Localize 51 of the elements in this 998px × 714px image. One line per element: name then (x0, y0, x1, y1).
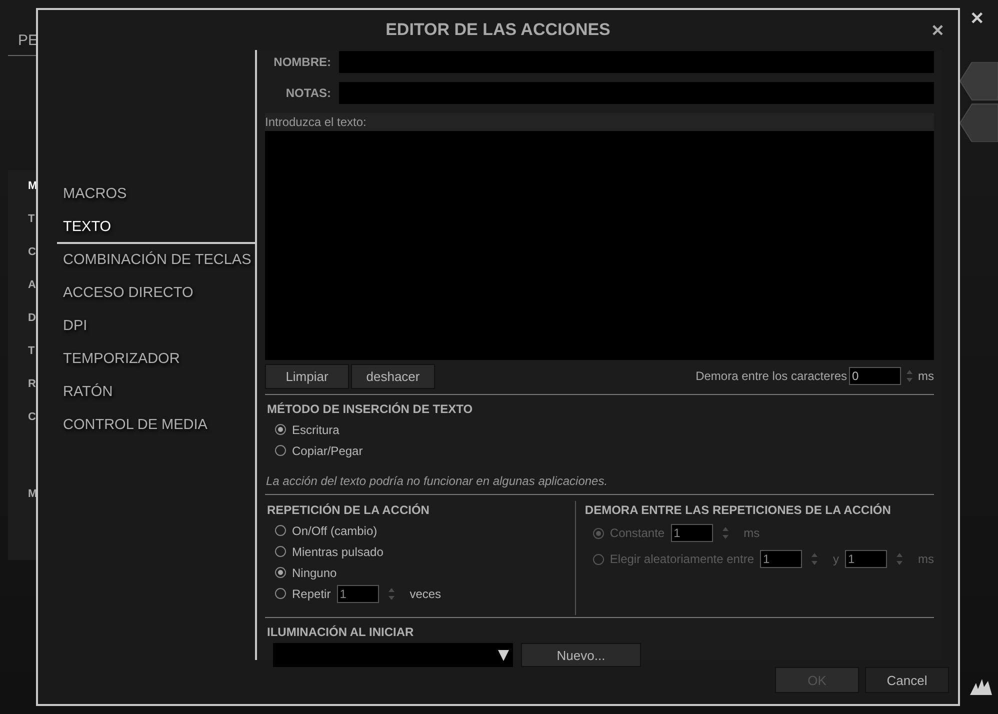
sidebar-item[interactable]: MACROS (57, 178, 255, 211)
close-button[interactable]: ✕ (970, 8, 984, 29)
number-field[interactable]: 1 (336, 584, 379, 602)
unit-label: veces (410, 586, 442, 600)
section-heading: ILUMINACIÓN AL INICIAR (266, 624, 415, 641)
sidebar-item[interactable]: TEXTO (57, 211, 255, 244)
unit-label: ms (918, 369, 934, 383)
unit-label: ms (918, 552, 934, 566)
field-label: Demora entre los caracteres (696, 369, 847, 383)
sidebar-item[interactable]: CONTROL DE MEDIA (57, 409, 255, 442)
radio-button[interactable] (275, 567, 286, 578)
button[interactable]: Nuevo... (521, 643, 641, 667)
option-label[interactable]: On/Off (cambio) (292, 524, 378, 538)
joiner-label: y (833, 552, 839, 566)
button[interactable]: Cancel (865, 667, 949, 693)
field-label: Introduzca el texto: (265, 115, 366, 129)
input-field[interactable] (339, 82, 934, 104)
radio-button[interactable] (275, 424, 286, 435)
option-label[interactable]: Mientras pulsado (292, 544, 384, 558)
button[interactable]: Limpiar (265, 364, 349, 388)
radio-button[interactable] (275, 588, 286, 599)
sidebar-item[interactable]: DPI (57, 310, 255, 343)
section-heading: MÉTODO DE INSERCIÓN DE TEXTO (266, 401, 474, 418)
field-label: NOTAS: (284, 86, 332, 100)
spinner-icon (388, 586, 395, 600)
sidebar-item[interactable]: TEMPORIZADOR (57, 343, 255, 376)
field-label: NOMBRE: (272, 55, 332, 69)
warning-text: La acción del texto podría no funcionar en algunas aplicaciones. (265, 473, 609, 490)
spinner-icon (906, 369, 913, 383)
sidebar-item[interactable]: RATÓN (57, 376, 255, 409)
section-heading: REPETICIÓN DE LA ACCIÓN (266, 502, 430, 519)
number-field[interactable]: 0 (849, 367, 901, 385)
radio-button[interactable] (275, 525, 286, 536)
section-heading: DEMORA ENTRE LAS REPETICIONES DE LA ACCIÓN (584, 502, 892, 519)
button[interactable]: deshacer (351, 364, 435, 388)
option-label[interactable]: Ninguno (292, 566, 337, 580)
option-label[interactable]: Escritura (292, 422, 340, 436)
spinner-icon (896, 552, 903, 566)
radio-button[interactable] (275, 445, 286, 456)
dialog-title: EDITOR DE LAS ACCIONES (386, 20, 610, 40)
option-label[interactable]: Repetir (292, 586, 331, 600)
spinner-icon (811, 552, 818, 566)
caret-icon (498, 650, 509, 660)
close-button[interactable]: ✕ (931, 21, 944, 41)
radio-button[interactable] (275, 546, 286, 557)
sidebar-item[interactable]: COMBINACIÓN DE TECLAS (57, 244, 255, 277)
unit-label: ms (744, 526, 760, 540)
option-label[interactable]: Copiar/Pegar (292, 444, 363, 458)
spinner-icon (722, 526, 729, 540)
input-field[interactable] (339, 51, 934, 73)
sidebar-item[interactable]: ACCESO DIRECTO (57, 277, 255, 310)
